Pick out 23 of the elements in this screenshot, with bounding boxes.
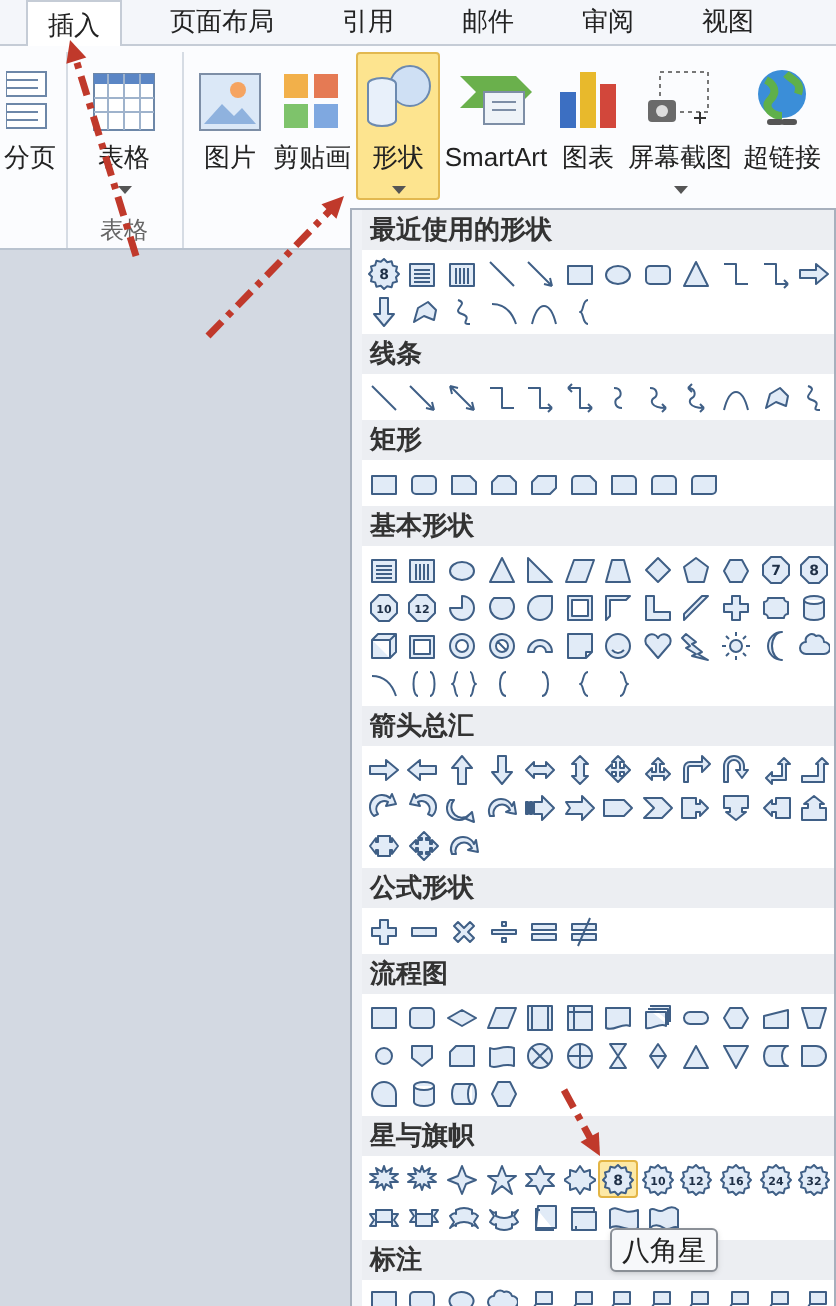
ribbon-button[interactable]: 图表 bbox=[552, 52, 624, 200]
section-header: 基本形状 bbox=[362, 506, 834, 546]
section-header: 最近使用的形状 bbox=[362, 210, 834, 250]
ribbon-button[interactable]: 剪贴画 bbox=[268, 52, 356, 200]
ribbon-button[interactable]: 图片 bbox=[192, 52, 268, 200]
ribbon-button[interactable]: 屏幕截图 bbox=[624, 52, 736, 200]
ribbon-tab[interactable]: 页面布局 bbox=[150, 0, 294, 44]
section-header: 星与旗帜 bbox=[362, 1116, 834, 1156]
ribbon-button[interactable]: 分页 bbox=[0, 52, 60, 200]
section-header: 矩形 bbox=[362, 420, 834, 460]
ribbon-button[interactable]: 形状 bbox=[356, 52, 440, 200]
ribbon-button[interactable]: SmartArt bbox=[440, 52, 552, 200]
section-header: 线条 bbox=[362, 334, 834, 374]
ribbon-tab[interactable]: 审阅 bbox=[562, 0, 654, 44]
ribbon-tab[interactable]: 引用 bbox=[322, 0, 414, 44]
ribbon-tab[interactable]: 邮件 bbox=[442, 0, 534, 44]
ribbon-tab[interactable]: 视图 bbox=[682, 0, 774, 44]
ribbon-tab[interactable]: 插入 bbox=[26, 0, 122, 46]
ribbon-button[interactable]: 超链接 bbox=[736, 52, 828, 200]
tooltip: 八角星 bbox=[610, 1228, 718, 1272]
section-header: 箭头总汇 bbox=[362, 706, 834, 746]
section-header: 流程图 bbox=[362, 954, 834, 994]
section-header: 公式形状 bbox=[362, 868, 834, 908]
